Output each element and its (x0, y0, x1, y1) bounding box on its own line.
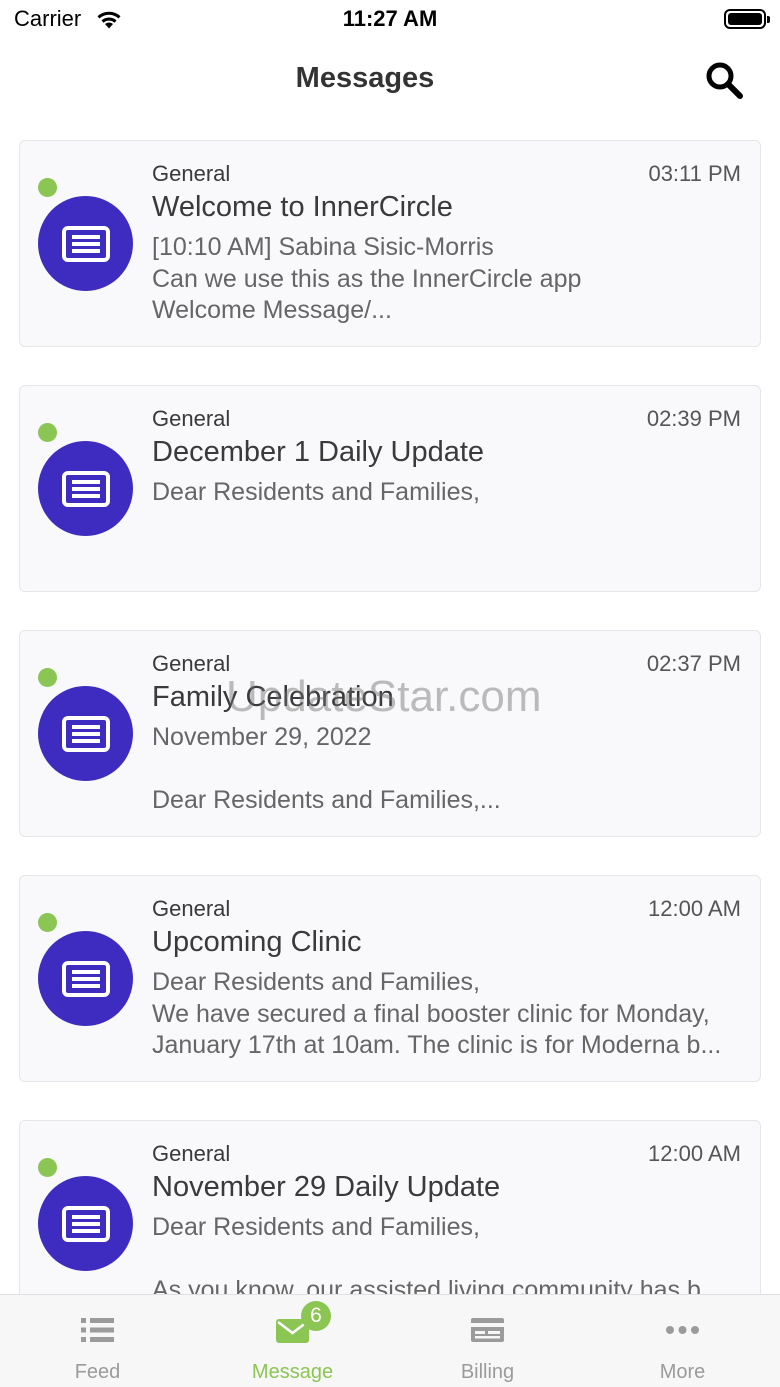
message-category: General (152, 161, 231, 186)
message-time: 02:39 PM (646, 406, 741, 431)
newspaper-icon (38, 931, 133, 1026)
message-list[interactable]: General 03:11 PM Welcome to InnerCircle … (0, 120, 780, 1294)
tab-billing-label: Billing (460, 1361, 515, 1383)
battery-icon (724, 9, 770, 29)
message-title: November 29 Daily Update (152, 1171, 501, 1203)
message-time: 12:00 AM (648, 896, 741, 921)
message-preview: Dear Residents and Families, (152, 478, 480, 506)
unread-indicator (38, 1158, 57, 1177)
nav-header: Messages (0, 40, 780, 120)
unread-indicator (38, 423, 57, 442)
message-preview: Dear Residents and Families, As you know… (152, 1213, 722, 1294)
message-title: Upcoming Clinic (152, 926, 362, 958)
message-category: General (152, 896, 231, 921)
newspaper-icon (38, 686, 133, 781)
message-preview: Dear Residents and Families, We have sec… (152, 968, 722, 1059)
search-icon[interactable] (704, 60, 744, 100)
newspaper-icon (38, 441, 133, 536)
message-title: Family Celebration (152, 681, 394, 713)
unread-indicator (38, 178, 57, 197)
message-time: 02:37 PM (646, 651, 741, 676)
unread-indicator (38, 668, 57, 687)
message-card[interactable]: General 12:00 AM Upcoming Clinic Dear Re… (19, 875, 761, 1082)
message-time: 03:11 PM (648, 161, 741, 186)
message-card[interactable]: General 12:00 AM November 29 Daily Updat… (19, 1120, 761, 1294)
message-category: General (152, 1141, 231, 1166)
clock-time: 11:27 AM (342, 6, 438, 31)
unread-count-badge: 6 (301, 1301, 331, 1331)
list-icon (81, 1318, 114, 1342)
message-card[interactable]: General 02:39 PM December 1 Daily Update… (19, 385, 761, 592)
newspaper-icon (38, 1176, 133, 1271)
message-title: December 1 Daily Update (152, 436, 485, 468)
more-dots-icon (666, 1326, 699, 1334)
tab-bar: Feed 6 Message Billing More (0, 1294, 780, 1387)
message-preview: November 29, 2022 Dear Residents and Fam… (152, 723, 501, 814)
tab-message-label: Message (251, 1361, 334, 1383)
message-card[interactable]: General 02:37 PM Family Celebration Nove… (19, 630, 761, 837)
tab-feed[interactable]: Feed (0, 1295, 195, 1387)
status-bar: Carrier 11:27 AM (0, 0, 780, 40)
message-card[interactable]: General 03:11 PM Welcome to InnerCircle … (19, 140, 761, 347)
tab-more[interactable]: More (585, 1295, 780, 1387)
tab-feed-label: Feed (74, 1361, 121, 1383)
unread-indicator (38, 913, 57, 932)
newspaper-icon (38, 196, 133, 291)
message-time: 12:00 AM (648, 1141, 741, 1166)
message-title: Welcome to InnerCircle (152, 191, 453, 223)
message-preview: [10:10 AM] Sabina Sisic-Morris Can we us… (152, 233, 582, 324)
billing-icon (471, 1318, 504, 1342)
tab-message[interactable]: 6 Message (195, 1295, 390, 1387)
message-category: General (152, 406, 231, 431)
tab-billing[interactable]: Billing (390, 1295, 585, 1387)
tab-more-label: More (659, 1361, 706, 1383)
message-category: General (152, 651, 231, 676)
page-title: Messages (295, 62, 435, 94)
